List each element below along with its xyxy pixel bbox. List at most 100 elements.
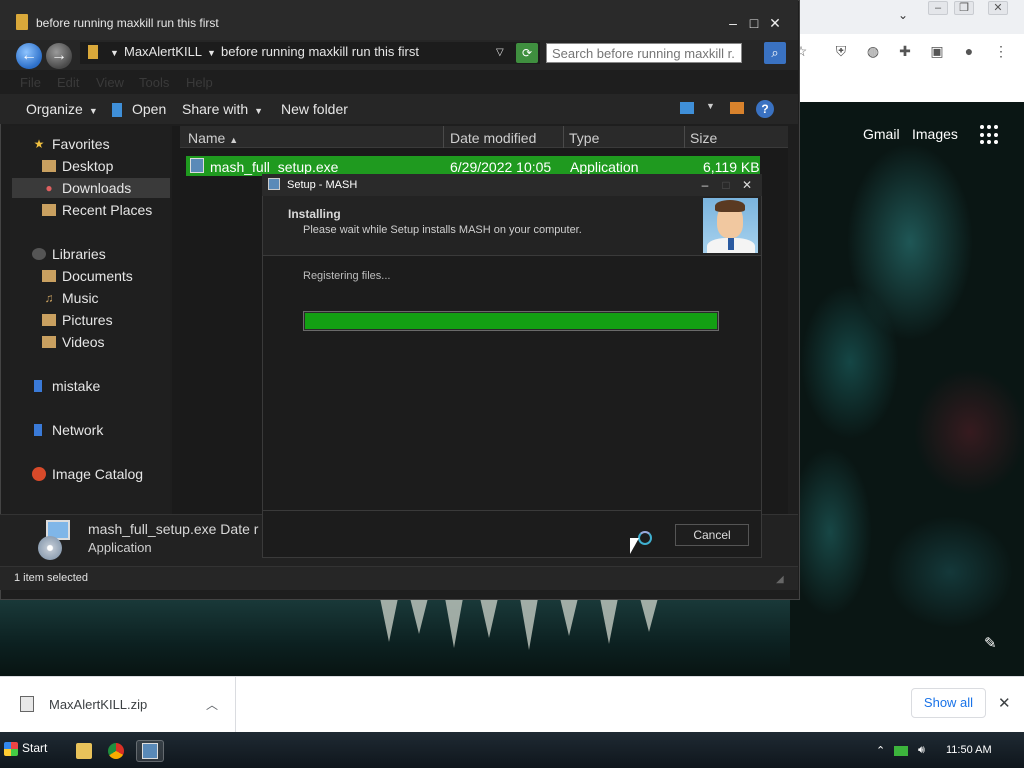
open-button[interactable]: Open bbox=[132, 101, 166, 117]
close-icon[interactable]: ✕ bbox=[998, 694, 1011, 712]
preview-pane-icon[interactable] bbox=[730, 102, 744, 114]
minimize-button[interactable]: – bbox=[724, 14, 742, 32]
maximize-button[interactable]: □ bbox=[745, 14, 763, 32]
menu-tools[interactable]: Tools bbox=[139, 75, 169, 90]
nav-label: Recent Places bbox=[62, 202, 153, 218]
back-button[interactable]: ← bbox=[16, 43, 42, 69]
refresh-icon[interactable]: ⟳ bbox=[516, 43, 538, 63]
browser-close-button[interactable]: ✕ bbox=[988, 1, 1008, 15]
computer-icon bbox=[34, 380, 42, 392]
extensions-puzzle-icon[interactable]: ✚ bbox=[896, 42, 914, 60]
nav-desktop[interactable]: Desktop bbox=[12, 156, 170, 176]
file-name[interactable]: mash_full_setup.exe bbox=[210, 159, 338, 175]
nav-image-catalog[interactable]: Image Catalog bbox=[12, 464, 170, 484]
nav-label: Image Catalog bbox=[52, 466, 144, 482]
customize-pencil-icon[interactable]: ✎ bbox=[984, 634, 997, 652]
breadcrumb-item-maxalertkill[interactable]: MaxAlertKILL bbox=[124, 44, 202, 59]
browser-minimize-button[interactable]: – bbox=[928, 1, 948, 15]
close-button[interactable]: ✕ bbox=[766, 14, 784, 32]
menu-view[interactable]: View bbox=[96, 75, 124, 90]
column-name-label: Name bbox=[188, 130, 226, 146]
download-file-name[interactable]: MaxAlertKILL.zip bbox=[49, 697, 147, 712]
help-icon[interactable]: ? bbox=[756, 100, 774, 118]
organize-button[interactable]: Organize ▼ bbox=[26, 101, 98, 117]
open-app-icon bbox=[112, 103, 122, 117]
tab-list-chevron-icon[interactable]: ⌄ bbox=[898, 8, 908, 22]
nav-music[interactable]: ♫ Music bbox=[12, 288, 170, 308]
nav-pictures[interactable]: Pictures bbox=[12, 310, 170, 330]
file-size: 6,119 KB bbox=[703, 159, 760, 175]
menu-help[interactable]: Help bbox=[186, 75, 213, 90]
browser-restore-button[interactable]: ❐ bbox=[954, 1, 974, 15]
start-button[interactable]: Start bbox=[4, 738, 52, 758]
setup-minimize-button[interactable]: – bbox=[697, 177, 713, 193]
menu-edit[interactable]: Edit bbox=[57, 75, 79, 90]
breadcrumb-caret-icon[interactable]: ▼ bbox=[207, 48, 216, 58]
nav-mistake[interactable]: mistake bbox=[12, 376, 170, 396]
documents-icon bbox=[42, 270, 56, 282]
forward-button[interactable]: → bbox=[46, 43, 72, 69]
nav-recent-places[interactable]: Recent Places bbox=[12, 200, 170, 220]
change-view-icon[interactable] bbox=[680, 102, 694, 114]
clock[interactable]: 11:50 AM bbox=[946, 744, 992, 756]
google-apps-icon[interactable] bbox=[980, 125, 1000, 145]
column-divider[interactable] bbox=[563, 126, 564, 148]
address-dropdown-icon[interactable]: ▽ bbox=[496, 47, 504, 58]
explorer-title: before running maxkill run this first bbox=[36, 16, 219, 30]
details-file-name: mash_full_setup.exe Date r bbox=[88, 521, 259, 537]
column-divider[interactable] bbox=[443, 126, 444, 148]
nav-label: Videos bbox=[62, 334, 105, 350]
cancel-button[interactable]: Cancel bbox=[675, 524, 749, 546]
view-options-caret-icon[interactable]: ▼ bbox=[706, 101, 715, 111]
gmail-link[interactable]: Gmail bbox=[863, 126, 900, 142]
nav-documents[interactable]: Documents bbox=[12, 266, 170, 286]
chevron-up-icon[interactable]: ︿ bbox=[206, 696, 218, 713]
progress-fill bbox=[305, 313, 717, 329]
status-text: 1 item selected bbox=[14, 572, 88, 584]
battery-icon[interactable] bbox=[894, 746, 908, 756]
show-all-button[interactable]: Show all bbox=[911, 688, 986, 718]
tray-expand-icon[interactable]: ⌃ bbox=[876, 744, 885, 757]
nav-favorites[interactable]: ★ Favorites bbox=[12, 134, 170, 154]
breadcrumb-item-current[interactable]: before running maxkill run this first bbox=[221, 44, 419, 59]
search-icon[interactable]: ⌕ bbox=[764, 42, 786, 64]
star-icon: ★ bbox=[33, 137, 45, 151]
image-catalog-icon bbox=[32, 467, 46, 481]
search-input[interactable] bbox=[546, 43, 742, 63]
downloads-icon: ● bbox=[45, 181, 53, 195]
nav-label: mistake bbox=[52, 378, 101, 394]
images-link[interactable]: Images bbox=[912, 126, 958, 142]
share-with-button[interactable]: Share with ▼ bbox=[182, 101, 263, 117]
menu-file[interactable]: File bbox=[20, 75, 41, 90]
volume-icon[interactable]: 🔊︎ bbox=[918, 744, 925, 757]
breadcrumb-caret-icon[interactable]: ▼ bbox=[110, 48, 119, 58]
setup-status-text: Registering files... bbox=[303, 270, 391, 282]
setup-close-button[interactable]: ✕ bbox=[739, 177, 755, 193]
column-divider[interactable] bbox=[684, 126, 685, 148]
column-date-modified[interactable]: Date modified bbox=[450, 130, 536, 146]
column-name[interactable]: Name ▲ bbox=[188, 130, 238, 146]
ublock-extension-icon[interactable]: ⛨ bbox=[832, 42, 850, 60]
music-icon: ♫ bbox=[44, 291, 54, 305]
profile-avatar-icon[interactable]: ● bbox=[960, 42, 978, 60]
nav-libraries[interactable]: Libraries bbox=[12, 244, 170, 264]
nav-label: Libraries bbox=[52, 246, 106, 262]
column-type[interactable]: Type bbox=[569, 130, 599, 146]
busy-spinner-icon bbox=[638, 531, 652, 545]
desktop-icon bbox=[42, 160, 56, 172]
nav-downloads[interactable]: ● Downloads bbox=[12, 178, 170, 198]
share-with-label: Share with bbox=[182, 101, 249, 117]
extension-icon[interactable]: ◍ bbox=[864, 42, 882, 60]
column-size[interactable]: Size bbox=[690, 130, 717, 146]
setup-title: Setup - MASH bbox=[287, 179, 358, 191]
browser-menu-icon[interactable]: ⋮ bbox=[992, 42, 1010, 60]
side-panel-icon[interactable]: ▣ bbox=[928, 42, 946, 60]
nav-videos[interactable]: Videos bbox=[12, 332, 170, 352]
new-folder-button[interactable]: New folder bbox=[281, 101, 348, 117]
videos-icon bbox=[42, 336, 56, 348]
nav-network[interactable]: Network bbox=[12, 420, 170, 440]
setup-maximize-button: □ bbox=[722, 178, 730, 192]
folder-icon bbox=[76, 743, 92, 759]
resize-grip-icon[interactable]: ◢ bbox=[776, 574, 784, 585]
installer-icon bbox=[142, 743, 158, 759]
